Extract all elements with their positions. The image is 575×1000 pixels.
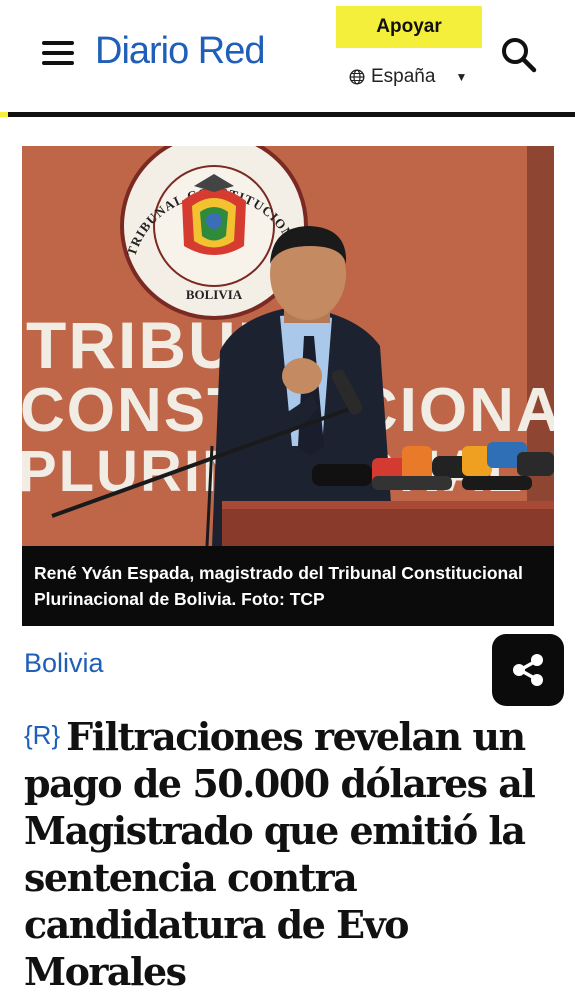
menu-icon-bar [42, 61, 74, 65]
caret-down-icon: ▼ [455, 70, 468, 84]
share-button[interactable] [492, 634, 564, 706]
search-icon [502, 38, 537, 73]
article-photo: TRIBUNAL CONSTITUCIONAL PLURINACIONAL BO… [22, 146, 554, 546]
support-button[interactable]: Apoyar [336, 6, 482, 48]
category-link[interactable]: Bolivia [24, 648, 104, 679]
photo-caption: René Yván Espada, magistrado del Tribuna… [22, 546, 554, 626]
search-button[interactable] [498, 34, 538, 74]
seal-text-bottom: BOLIVIA [186, 287, 243, 302]
photo-scene: TRIBUNAL CONSTITUCIONAL PLURINACIONAL BO… [22, 146, 554, 546]
site-header: Diario Red Apoyar España ▼ [0, 0, 575, 112]
region-label: España [371, 66, 436, 87]
headline-text: Filtraciones revelan un pago de 50.000 d… [24, 714, 536, 994]
menu-button[interactable] [42, 38, 76, 68]
menu-icon-bar [42, 41, 74, 45]
share-icon [513, 654, 543, 686]
red-badge-icon: {R} [24, 720, 61, 750]
header-divider [0, 112, 575, 117]
region-selector[interactable]: España ▼ [349, 64, 467, 90]
site-logo[interactable]: Diario Red [95, 30, 266, 73]
globe-icon [349, 69, 365, 85]
header-divider-accent [0, 112, 8, 117]
article-headline: {R} Filtraciones revelan un pago de 50.00… [24, 712, 554, 995]
menu-icon-bar [42, 51, 74, 55]
